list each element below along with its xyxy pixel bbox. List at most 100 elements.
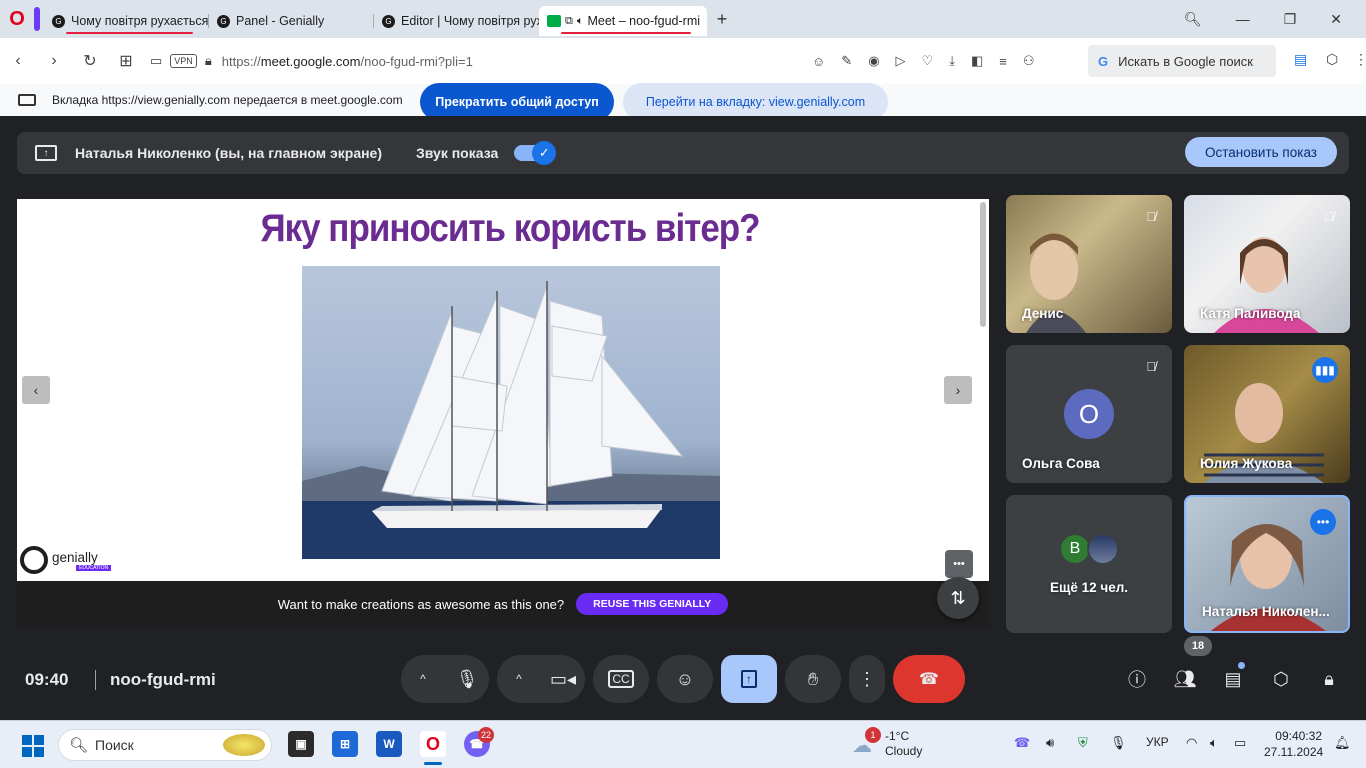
taskbar-search[interactable]: 🔍︎ Поиск xyxy=(58,729,272,761)
meeting-info-icon[interactable]: ⓘ xyxy=(1124,666,1150,692)
security-tray-icon[interactable]: ⛨ xyxy=(1078,735,1088,751)
share-banner-text: Вкладка https://view.genially.com переда… xyxy=(52,93,403,107)
clock-time: 09:40:32 xyxy=(1275,729,1322,743)
raise-hand-button[interactable]: ✋︎ xyxy=(785,655,841,703)
audio-options-chevron-icon[interactable]: ^ xyxy=(401,672,445,686)
pip-icon[interactable]: ⧉ xyxy=(565,15,573,28)
notifications-icon[interactable]: 🔔︎ xyxy=(1334,735,1351,751)
minimize-icon[interactable]: — xyxy=(1236,11,1250,27)
sidebar-icon[interactable]: ◧ xyxy=(971,53,983,69)
more-options-icon[interactable]: ••• xyxy=(1310,509,1336,535)
chat-icon[interactable]: ▤ xyxy=(1220,666,1246,692)
leave-call-button[interactable]: ☎ xyxy=(893,655,965,703)
sound-toggle[interactable]: ✓ xyxy=(514,141,557,165)
video-options-chevron-icon[interactable]: ^ xyxy=(497,672,541,686)
speed-dial-icon[interactable]: ⊞ xyxy=(108,51,144,71)
participant-tile-olga[interactable]: 🎙̸ О Ольга Сова xyxy=(1006,345,1172,483)
participant-tile-katya[interactable]: 🎙̸ Катя Паливода xyxy=(1184,195,1350,333)
more-vert-icon: ⋮ xyxy=(858,668,876,689)
speaker-icon[interactable]: 🔈︎ xyxy=(577,15,584,28)
language-indicator[interactable]: УКР xyxy=(1146,735,1169,749)
account-icon[interactable]: ⚇ xyxy=(1023,53,1035,69)
genially-sub: EDUCATION xyxy=(76,564,112,571)
genially-brand: genially xyxy=(52,549,98,565)
vpn-badge[interactable]: VPN xyxy=(170,54,197,68)
windows-start-icon[interactable] xyxy=(22,735,44,757)
browser-tab-bar: O G Чому повітря рухається? G Panel - Ge… xyxy=(0,0,1366,38)
close-icon[interactable]: ✕ xyxy=(1330,11,1342,28)
more-options-button[interactable]: ⋮ xyxy=(849,655,885,703)
opera-taskbar-icon[interactable]: O xyxy=(420,731,446,757)
emoji-reactions-button[interactable]: ☺ xyxy=(657,655,713,703)
participant-name: Ольга Сова xyxy=(1022,456,1100,471)
participant-name: Денис xyxy=(1022,306,1064,321)
sidebar-toggle[interactable] xyxy=(34,7,40,31)
slide-options-icon[interactable]: ••• xyxy=(945,550,973,578)
lock-icon[interactable]: 🔒︎ xyxy=(205,53,212,69)
restore-icon[interactable]: ❐ xyxy=(1284,11,1297,28)
reload-icon[interactable]: ↻ xyxy=(72,51,108,71)
search-highlight-icon xyxy=(223,734,265,756)
reuse-genially-button[interactable]: REUSE THIS GENIALLY xyxy=(576,593,729,615)
microphone-button[interactable]: 🎙︎ xyxy=(445,669,489,690)
menu-icon[interactable]: ≡ xyxy=(999,54,1007,69)
mic-tray-icon[interactable]: 🎙︎ xyxy=(1110,735,1127,751)
genially-favicon-icon: G xyxy=(52,14,65,28)
speaker-icon[interactable]: 🔈︎ xyxy=(1210,735,1218,751)
opera-logo-icon[interactable]: O xyxy=(0,0,34,38)
tab-chomu-povitrya[interactable]: G Чому повітря рухається? xyxy=(44,6,209,36)
download-icon[interactable]: ⤓ xyxy=(949,53,955,69)
present-icon: ↑ xyxy=(741,670,757,688)
stop-presenting-button[interactable]: Остановить показ xyxy=(1185,137,1337,167)
sailing-ship-image xyxy=(302,266,720,559)
next-slide-button[interactable]: › xyxy=(944,376,972,404)
back-icon[interactable]: ‹ xyxy=(0,52,36,70)
google-search-box[interactable]: G Искать в Google поиск xyxy=(1088,45,1276,77)
sound-label: Звук показа xyxy=(416,145,499,161)
weather-widget[interactable]: -1°C Cloudy xyxy=(885,729,922,759)
clock[interactable]: 09:40:32 27.11.2024 xyxy=(1264,728,1323,760)
captions-button[interactable]: CC xyxy=(593,655,649,703)
more-icon[interactable]: ⋮ xyxy=(1354,51,1366,68)
scrollbar[interactable] xyxy=(980,202,986,327)
word-icon[interactable]: W xyxy=(376,731,402,757)
prev-slide-button[interactable]: ‹ xyxy=(22,376,50,404)
emoji-icon: ☺ xyxy=(675,668,695,689)
send-icon[interactable]: ▷ xyxy=(896,53,906,69)
participant-tile-self[interactable]: ••• Наталья Николен... xyxy=(1184,495,1350,633)
mic-off-icon: 🎙̸ xyxy=(1324,209,1334,224)
snapshot-icon[interactable]: ◉ xyxy=(868,53,879,69)
heart-icon[interactable]: ♡ xyxy=(922,53,934,69)
tab-meet[interactable]: ⧉ 🔈︎ Meet – noo-fgud-rmi xyxy=(539,6,707,36)
host-controls-icon[interactable]: 🔒︎ xyxy=(1316,666,1342,692)
present-button[interactable]: ↑ xyxy=(721,655,777,703)
edit-icon[interactable]: ✎ xyxy=(841,53,852,69)
participant-tile-more[interactable]: В Ещё 12 чел. xyxy=(1006,495,1172,633)
slide-title: Яку приносить користь вітер? xyxy=(260,207,760,250)
mic-off-icon: 🎙̸ xyxy=(1146,359,1156,374)
participant-tile-yulia[interactable]: ▮▮▮ Юлия Жукова xyxy=(1184,345,1350,483)
search-tabs-icon[interactable]: 🔍︎ xyxy=(1184,11,1202,28)
wallet-icon[interactable]: ▤ xyxy=(1294,51,1307,68)
tab-panel-genially[interactable]: G Panel - Genially xyxy=(209,6,374,36)
meet-favicon-icon xyxy=(547,15,561,27)
camera-icon[interactable]: ▭ xyxy=(150,53,162,69)
wifi-icon[interactable]: ◠ xyxy=(1186,735,1197,751)
tab-editor-genially[interactable]: G Editor | Чому повітря рухається? xyxy=(374,6,539,36)
swap-layout-icon[interactable]: ⇅ xyxy=(937,577,979,619)
task-view-icon[interactable]: ▣ xyxy=(288,731,314,757)
new-tab-button[interactable]: + xyxy=(707,9,737,30)
participant-tile-denis[interactable]: 🎙̸ Денис xyxy=(1006,195,1172,333)
store-icon[interactable]: ⊞ xyxy=(332,731,358,757)
meeting-code: noo-fgud-rmi xyxy=(95,670,216,690)
activities-icon[interactable]: ⬡ xyxy=(1268,666,1294,692)
battery-icon[interactable]: ▭ xyxy=(1234,735,1246,751)
camera-button[interactable]: ▭◂ xyxy=(541,669,585,690)
forward-icon[interactable]: › xyxy=(36,52,72,70)
viber-tray-icon[interactable]: ☎ xyxy=(1014,735,1030,751)
url-field[interactable]: https://meet.google.com/noo-fgud-rmi?pli… xyxy=(222,54,473,69)
people-icon[interactable]: 👥︎ xyxy=(1172,666,1198,692)
emoji-icon[interactable]: ☺ xyxy=(812,54,825,69)
volume-tray-icon[interactable]: 🔊︎ xyxy=(1046,735,1054,751)
extensions-icon[interactable]: ⬡ xyxy=(1326,51,1338,68)
